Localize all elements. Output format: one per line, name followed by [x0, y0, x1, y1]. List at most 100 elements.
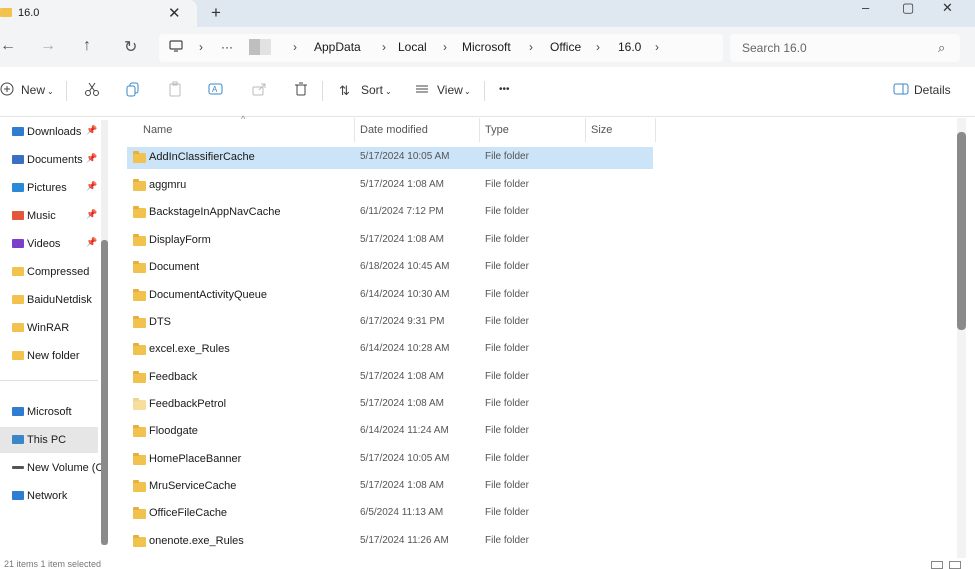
copy-icon[interactable] — [125, 81, 141, 101]
details-button[interactable]: Details — [914, 83, 951, 97]
breadcrumb-16-0[interactable]: 16.0 — [618, 40, 641, 54]
status-text: 21 items 1 item selected — [4, 559, 102, 569]
sidebar-item-new-volume[interactable]: New Volume (C:) — [0, 455, 101, 481]
table-row[interactable]: BackstageInAppNavCache 6/11/2024 7:12 PM… — [127, 202, 653, 224]
sidebar-item-label: New Volume (C:) — [27, 462, 101, 474]
sidebar-item-this-pc[interactable]: This PC — [0, 427, 98, 453]
sort-button[interactable]: Sort — [361, 83, 383, 97]
breadcrumb-more-button[interactable]: ··· — [221, 40, 233, 54]
table-row[interactable]: HomePlaceBanner 5/17/2024 10:05 AM File … — [127, 449, 653, 471]
file-date: 5/17/2024 1:08 AM — [360, 179, 444, 190]
up-button[interactable]: ↑ — [83, 37, 91, 55]
maximize-button[interactable]: ▢ — [902, 0, 914, 16]
table-row[interactable]: OfficeFileCache 6/5/2024 11:13 AM File f… — [127, 503, 653, 525]
details-view-icon[interactable] — [931, 561, 943, 569]
column-divider[interactable] — [479, 118, 480, 142]
table-row[interactable]: Document 6/18/2024 10:45 AM File folder — [127, 257, 653, 279]
column-header-name[interactable]: Name — [143, 124, 172, 148]
folder-icon — [12, 267, 24, 276]
breadcrumb-office[interactable]: Office — [550, 40, 581, 54]
table-row[interactable]: MruServiceCache 5/17/2024 1:08 AM File f… — [127, 476, 653, 498]
delete-icon[interactable] — [293, 81, 309, 101]
file-name: Document — [149, 261, 200, 273]
breadcrumb-local[interactable]: Local — [398, 40, 427, 54]
sidebar-item-new-folder[interactable]: New folder — [0, 343, 98, 369]
file-name: excel.exe_Rules — [149, 343, 230, 355]
forward-button[interactable]: → — [40, 37, 56, 55]
view-button[interactable]: View — [437, 83, 463, 97]
sidebar-item-winrar[interactable]: WinRAR — [0, 315, 98, 341]
refresh-button[interactable]: ↻ — [124, 37, 137, 57]
paste-icon[interactable] — [167, 81, 183, 101]
divider — [0, 380, 98, 381]
file-date: 5/17/2024 1:08 AM — [360, 234, 444, 245]
sidebar-item-pictures[interactable]: Pictures 📌 — [0, 175, 98, 201]
table-row[interactable]: DisplayForm 5/17/2024 1:08 AM File folde… — [127, 230, 653, 252]
file-type: File folder — [485, 480, 529, 491]
table-row[interactable]: Floodgate 6/14/2024 11:24 AM File folder — [127, 421, 653, 443]
table-row[interactable]: DocumentActivityQueue 6/14/2024 10:30 AM… — [127, 285, 653, 307]
file-type: File folder — [485, 453, 529, 464]
large-icons-view-icon[interactable] — [949, 561, 961, 569]
new-tab-button[interactable]: + — [211, 3, 221, 23]
drive-icon — [12, 466, 24, 469]
sidebar-item-videos[interactable]: Videos 📌 — [0, 231, 98, 257]
table-row[interactable]: AddInClassifierCache 5/17/2024 10:05 AM … — [127, 147, 653, 169]
column-divider[interactable] — [585, 118, 586, 142]
table-row[interactable]: onenote.exe_Rules 5/17/2024 11:26 AM Fil… — [127, 531, 653, 553]
sidebar-item-downloads[interactable]: Downloads 📌 — [0, 119, 98, 145]
file-name: AddInClassifierCache — [149, 151, 255, 163]
file-type: File folder — [485, 425, 529, 436]
table-row[interactable]: Feedback 5/17/2024 1:08 AM File folder — [127, 367, 653, 389]
sidebar-item-music[interactable]: Music 📌 — [0, 203, 98, 229]
breadcrumb-separator: › — [655, 40, 659, 54]
column-divider[interactable] — [655, 118, 656, 142]
sidebar-scrollbar-thumb[interactable] — [101, 240, 108, 545]
new-button[interactable]: New — [21, 83, 45, 97]
sidebar-item-baidunetdisk[interactable]: BaiduNetdisk — [0, 287, 98, 313]
sidebar-item-documents[interactable]: Documents 📌 — [0, 147, 98, 173]
table-row[interactable]: FeedbackPetrol 5/17/2024 1:08 AM File fo… — [127, 394, 653, 416]
sidebar-item-label: WinRAR — [27, 322, 70, 334]
file-name: DTS — [149, 316, 171, 328]
address-bar[interactable]: › ··· › AppData › Local › Microsoft › Of… — [159, 34, 723, 62]
search-icon: ⌕ — [938, 40, 946, 55]
minimize-button[interactable]: – — [862, 0, 869, 15]
column-header-size[interactable]: Size — [591, 124, 612, 148]
breadcrumb-appdata[interactable]: AppData — [314, 40, 361, 54]
sidebar-item-network[interactable]: Network — [0, 483, 98, 509]
tab-title: 16.0 — [18, 7, 40, 19]
folder-icon — [0, 8, 12, 17]
table-row[interactable]: excel.exe_Rules 6/14/2024 10:28 AM File … — [127, 339, 653, 361]
table-row[interactable]: DTS 6/17/2024 9:31 PM File folder — [127, 312, 653, 334]
search-box[interactable]: Search 16.0 ⌕ — [730, 34, 960, 62]
details-pane-icon — [893, 82, 909, 100]
back-button[interactable]: ← — [0, 37, 16, 55]
column-header-type[interactable]: Type — [485, 124, 509, 148]
folder-icon — [133, 289, 146, 301]
sort-icon: ⇅ — [339, 83, 350, 98]
breadcrumb-separator: › — [382, 40, 386, 54]
navigation-bar: ← → ↑ ↻ › ··· › AppData › Local › Micros… — [0, 27, 975, 67]
column-divider[interactable] — [354, 118, 355, 142]
see-more-button[interactable]: ••• — [499, 84, 510, 95]
pictures-icon — [12, 183, 24, 192]
rename-icon[interactable]: A — [208, 81, 224, 101]
sidebar-item-compressed[interactable]: Compressed — [0, 259, 98, 285]
cut-icon[interactable] — [84, 81, 100, 101]
videos-icon — [12, 239, 24, 248]
file-type: File folder — [485, 316, 529, 327]
computer-icon — [12, 435, 24, 444]
sidebar-item-microsoft[interactable]: Microsoft — [0, 399, 98, 425]
file-date: 6/17/2024 9:31 PM — [360, 316, 445, 327]
breadcrumb-microsoft[interactable]: Microsoft — [462, 40, 511, 54]
tab-close-button[interactable]: ✕ — [168, 4, 181, 22]
file-list-scrollbar-thumb[interactable] — [957, 132, 966, 330]
table-row[interactable]: aggmru 5/17/2024 1:08 AM File folder — [127, 175, 653, 197]
tab-16-0[interactable]: 16.0 ✕ — [0, 0, 197, 27]
file-type: File folder — [485, 261, 529, 272]
close-window-button[interactable]: ✕ — [942, 0, 953, 16]
column-header-date-modified[interactable]: Date modified — [360, 124, 428, 148]
search-input[interactable]: Search 16.0 — [742, 41, 807, 55]
share-icon[interactable] — [251, 81, 267, 101]
